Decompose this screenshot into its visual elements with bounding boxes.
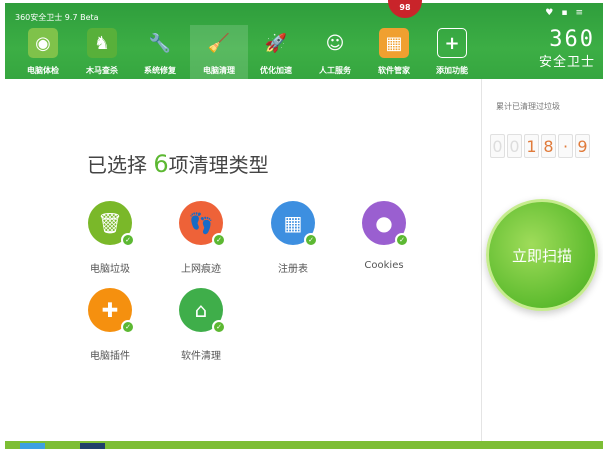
selected-count: 6 xyxy=(153,150,169,178)
skin-icon[interactable]: ♥ xyxy=(545,8,553,18)
nav-item[interactable]: ☺ 人工服务 xyxy=(306,25,364,79)
score-badge[interactable]: 98 xyxy=(388,0,422,18)
nav-item[interactable]: + 添加功能 xyxy=(423,25,481,79)
app-title: 360安全卫士 9.7 Beta xyxy=(15,13,99,22)
check-icon[interactable]: ✓ xyxy=(121,233,135,247)
check-icon[interactable]: ✓ xyxy=(304,233,318,247)
nav-item[interactable]: 🧹 电脑清理 xyxy=(190,25,248,79)
doctor-icon: ☺ xyxy=(325,32,345,54)
nav-item[interactable]: ◉ 电脑体检 xyxy=(14,25,72,79)
clean-type-label: 注册表 xyxy=(278,264,308,275)
clean-type-label: 上网痕迹 xyxy=(181,264,221,275)
broom-icon: 🧹 xyxy=(207,32,231,54)
taskbar-item[interactable] xyxy=(20,443,45,449)
nav-label: 木马查杀 xyxy=(86,66,118,75)
clean-type-item[interactable]: ⌂ ✓ 软件清理 xyxy=(161,288,241,362)
shield-horse-icon: ♞ xyxy=(87,28,117,58)
clean-type-icon: 👣 ✓ xyxy=(179,201,226,247)
scan-now-button[interactable]: 立即扫描 xyxy=(486,199,598,311)
nav-item[interactable]: 🔧 系统修复 xyxy=(131,25,189,79)
check-icon[interactable]: ✓ xyxy=(121,320,135,334)
nav-label: 电脑清理 xyxy=(203,66,235,75)
plus-icon: + xyxy=(437,28,467,58)
counter-digit: 0 xyxy=(507,134,522,158)
monitor-icon: ◉ xyxy=(28,28,58,58)
right-panel: 累计已清理过垃圾 0 0 1 8 · 9 立即扫描 xyxy=(481,79,603,441)
clean-type-icon: ⌂ ✓ xyxy=(179,288,226,334)
counter-digit: · xyxy=(558,134,573,158)
check-icon[interactable]: ✓ xyxy=(212,320,226,334)
apps-icon: ▦ xyxy=(379,28,409,58)
clean-type-item[interactable]: ✚ ✓ 电脑插件 xyxy=(70,288,150,362)
nav-label: 系统修复 xyxy=(144,66,176,75)
check-icon[interactable]: ✓ xyxy=(212,233,226,247)
clean-type-icon: 🗑 ✓ xyxy=(88,201,135,247)
clean-type-item[interactable]: 🗑 ✓ 电脑垃圾 xyxy=(70,201,150,275)
nav-label: 软件管家 xyxy=(378,66,410,75)
taskbar-item[interactable] xyxy=(80,443,105,449)
counter-digit: 8 xyxy=(541,134,556,158)
logo: 360 安全卫士 xyxy=(538,27,595,71)
nav-label: 电脑体检 xyxy=(27,66,59,75)
clean-type-label: 电脑垃圾 xyxy=(90,264,130,275)
nav-label: 优化加速 xyxy=(260,66,292,75)
top-bar: 360安全卫士 9.7 Beta 98 ♥ ▪ ≡ ◉ 电脑体检 ♞ 木马查杀 🔧 系统修… xyxy=(5,0,603,79)
nav-item[interactable]: ▦ 软件管家 xyxy=(365,25,423,79)
nav-label: 添加功能 xyxy=(436,66,468,75)
clean-type-icon: ✚ ✓ xyxy=(88,288,135,334)
cleaned-total-counter: 0 0 1 8 · 9 xyxy=(490,134,590,158)
counter-digit: 9 xyxy=(575,134,590,158)
nav-item[interactable]: 🚀 优化加速 xyxy=(247,25,305,79)
clean-type-item[interactable]: ● ✓ Cookies xyxy=(344,201,424,271)
clean-type-item[interactable]: ▦ ✓ 注册表 xyxy=(253,201,333,275)
message-icon[interactable]: ▪ xyxy=(561,8,567,18)
clean-type-item[interactable]: 👣 ✓ 上网痕迹 xyxy=(161,201,241,275)
nav-item[interactable]: ♞ 木马查杀 xyxy=(73,25,131,79)
main-panel: 已选择 6项清理类型 🗑 ✓ 电脑垃圾 👣 ✓ 上网痕迹 ▦ ✓ 注册表 ● ✓ Cookies ✚ ✓ 电… xyxy=(5,79,603,441)
taskbar-strip xyxy=(5,441,603,449)
menu-icon[interactable]: ≡ xyxy=(575,8,583,18)
clean-type-icon: ▦ ✓ xyxy=(271,201,318,247)
check-icon[interactable]: ✓ xyxy=(395,233,409,247)
cleaned-total-label: 累计已清理过垃圾 xyxy=(496,102,560,111)
clean-type-label: 电脑插件 xyxy=(90,351,130,362)
counter-digit: 0 xyxy=(490,134,505,158)
window-controls: ♥ ▪ ≡ xyxy=(545,8,583,18)
clean-type-icon: ● ✓ xyxy=(362,201,409,247)
rocket-icon: 🚀 xyxy=(264,32,288,54)
clean-type-label: 软件清理 xyxy=(181,351,221,362)
wrench-icon: 🔧 xyxy=(148,32,172,54)
page-title: 已选择 6项清理类型 xyxy=(87,150,269,178)
counter-digit: 1 xyxy=(524,134,539,158)
nav-label: 人工服务 xyxy=(319,66,351,75)
clean-type-label: Cookies xyxy=(364,260,404,271)
